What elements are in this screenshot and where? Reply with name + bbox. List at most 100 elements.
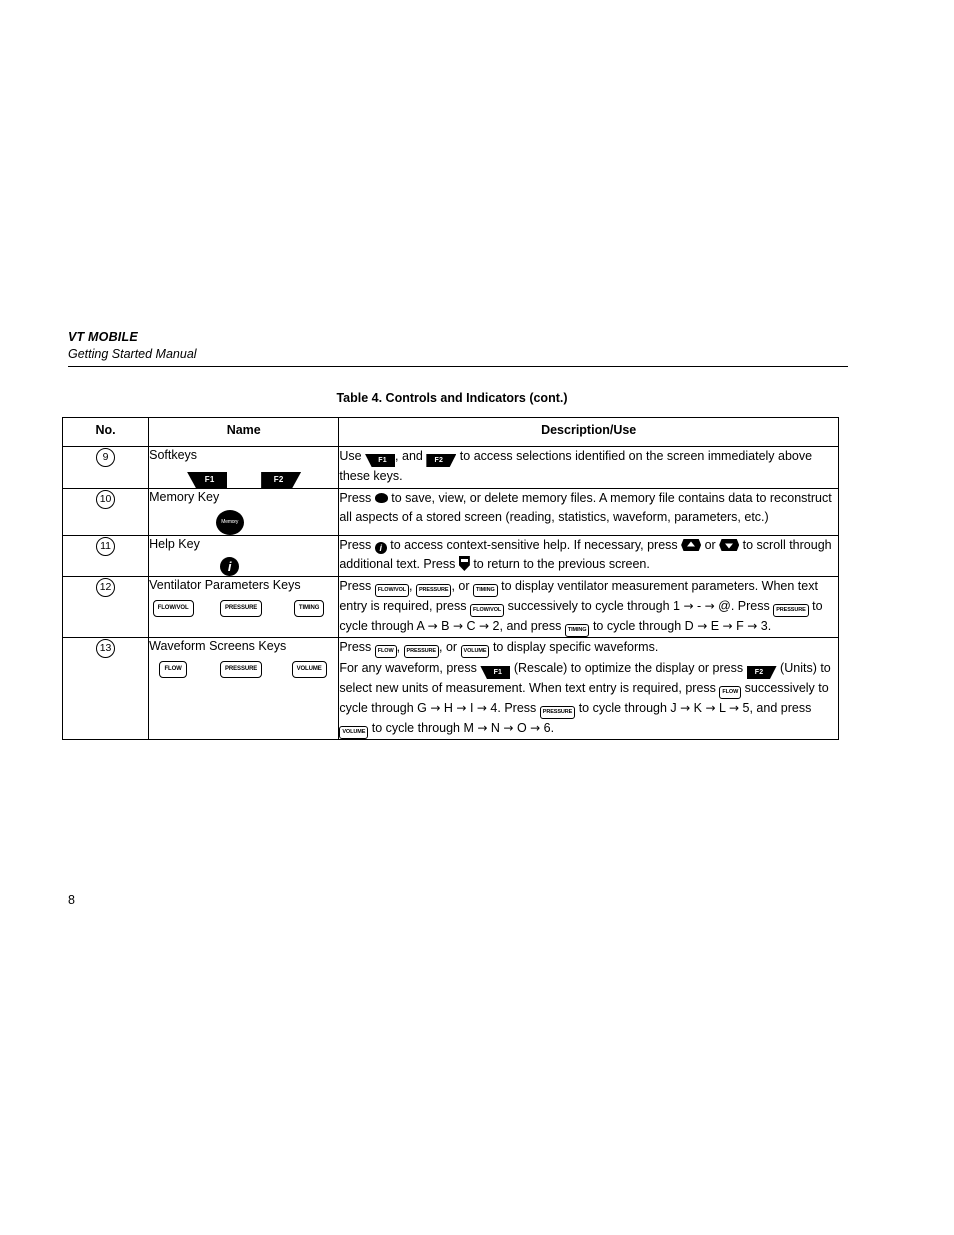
desc-text: or xyxy=(701,538,720,552)
desc-text: 3. xyxy=(757,619,772,633)
arrow-glyph: → xyxy=(704,599,715,613)
desc-text: Press xyxy=(339,538,375,552)
arrow-glyph: → xyxy=(476,701,487,715)
memory-key-icon: Memory xyxy=(215,510,244,535)
desc-text: (Rescale) to optimize the display or pre… xyxy=(510,661,747,675)
desc-text: to display specific waveforms. xyxy=(489,640,659,654)
table-row: 11 Help Key i Press i to access context-… xyxy=(61,535,839,577)
row-name-cell: Waveform Screens Keys FLOW PRESSURE VOLU… xyxy=(148,637,340,740)
arrow-glyph: → xyxy=(722,619,733,633)
f1-softkey-icon: F1 xyxy=(365,454,396,467)
table-caption: Table 4. Controls and Indicators (cont.) xyxy=(336,391,568,405)
desc-text: to cycle through D xyxy=(589,619,698,633)
flowvol-key-icon: FLOW/VOL xyxy=(469,604,505,617)
flow-key-icon: FLOW xyxy=(374,645,397,658)
help-key-icon: i xyxy=(374,542,387,554)
memory-key-icon xyxy=(374,493,388,503)
description-paragraph: Press FLOW, PRESSURE, or VOLUME to displ… xyxy=(339,638,838,658)
memory-key-illustration-row: Memory xyxy=(149,510,338,535)
desc-text: K xyxy=(690,701,706,715)
arrow-glyph: → xyxy=(705,701,716,715)
arrow-glyph: → xyxy=(452,619,464,633)
circled-number: 10 xyxy=(96,490,116,509)
volume-key-icon: VOLUME xyxy=(339,726,369,739)
row-name-cell: Memory Key Memory xyxy=(148,488,340,536)
pressure-key-icon: PRESSURE xyxy=(415,584,452,597)
arrow-glyph: → xyxy=(530,721,541,735)
pressure-key-icon: PRESSURE xyxy=(773,604,809,617)
desc-text: Press xyxy=(339,640,375,654)
desc-text: to cycle through J xyxy=(575,701,681,715)
desc-text: , or xyxy=(451,579,473,593)
circled-number: 13 xyxy=(96,639,116,658)
desc-text: , xyxy=(396,640,404,654)
desc-text: , or xyxy=(439,640,461,654)
row-description-cell: Press FLOW/VOL, PRESSURE, or TIMING to d… xyxy=(338,576,839,638)
desc-text: For any waveform, press xyxy=(339,661,481,675)
row-number-cell: 10 xyxy=(61,488,150,536)
row-name-label: Memory Key xyxy=(149,490,220,504)
table-row: 13 Waveform Screens Keys FLOW PRESSURE V… xyxy=(61,637,839,740)
down-arrow-key-icon xyxy=(719,539,740,551)
row-description-cell: Press i to access context-sensitive help… xyxy=(338,535,839,577)
desc-text: E xyxy=(707,619,723,633)
row-name-cell: Softkeys F1 F2 xyxy=(148,446,340,489)
description-paragraph: For any waveform, press F1 (Rescale) to … xyxy=(339,659,838,739)
desc-text: Use xyxy=(339,449,366,463)
desc-text: Press xyxy=(339,579,375,593)
timing-key-icon: TIMING xyxy=(472,584,498,597)
volume-key-icon: VOLUME xyxy=(460,645,490,658)
desc-text: successively to cycle through 1 xyxy=(504,599,684,613)
f2-softkey-icon: F2 xyxy=(426,454,457,467)
desc-text: , and xyxy=(395,449,427,463)
row-description-cell: Press FLOW, PRESSURE , or VOLUME to displ… xyxy=(338,637,839,740)
key-slot: PRESSURE xyxy=(219,661,263,679)
key-slot: PRESSURE xyxy=(219,600,263,618)
description-paragraph: Press to save, view, or delete memory fi… xyxy=(339,489,838,527)
f1-softkey-icon: F1 xyxy=(480,666,511,679)
arrow-glyph: → xyxy=(456,701,467,715)
arrow-glyph: → xyxy=(697,619,708,633)
row-number-cell: 13 xyxy=(61,637,150,740)
arrow-glyph: → xyxy=(729,701,740,715)
row-name-label: Softkeys xyxy=(149,448,198,462)
pressure-key-icon: PRESSURE xyxy=(220,661,263,679)
desc-text: to return to the previous screen. xyxy=(469,557,650,571)
row-name-cell: Ventilator Parameters Keys FLOW/VOL PRES… xyxy=(148,576,340,638)
arrow-glyph: → xyxy=(477,721,488,735)
column-header-description: Description/Use xyxy=(338,417,839,447)
desc-text: to access context-sensitive help. If nec… xyxy=(386,538,682,552)
key-slot: FLOW xyxy=(151,661,195,679)
f1-softkey-icon: F1 xyxy=(187,472,228,488)
column-header-no: No. xyxy=(61,417,150,447)
desc-text: to save, view, or delete memory files. A… xyxy=(339,491,832,524)
pressure-key-icon: PRESSURE xyxy=(220,600,263,618)
flowvol-key-icon: FLOW/VOL xyxy=(374,584,410,597)
desc-text: @. Press xyxy=(714,599,774,613)
page-header: VT MOBILE Getting Started Manual xyxy=(68,330,848,367)
up-arrow-key-icon xyxy=(681,539,702,551)
manual-subtitle: Getting Started Manual xyxy=(68,347,197,361)
f2-softkey-icon: F2 xyxy=(746,666,777,679)
arrow-glyph: → xyxy=(427,619,438,633)
desc-text: H xyxy=(440,701,457,715)
desc-text: L xyxy=(715,701,729,715)
flow-key-icon: FLOW xyxy=(719,686,742,699)
desc-text: 2, and press xyxy=(489,619,565,633)
timing-key-icon: TIMING xyxy=(293,600,325,618)
table-header-row: No. Name Description/Use xyxy=(61,417,839,447)
row-name-label: Ventilator Parameters Keys xyxy=(149,578,301,592)
desc-text: I xyxy=(466,701,477,715)
header-rule xyxy=(68,366,848,367)
product-title: VT MOBILE xyxy=(68,330,138,344)
pressure-key-icon: PRESSURE xyxy=(539,706,576,719)
circled-number: 11 xyxy=(96,537,116,556)
row-name-cell: Help Key i xyxy=(148,535,340,577)
arrow-glyph: → xyxy=(683,599,694,613)
softkey-illustration-row: F1 F2 xyxy=(149,472,338,488)
row-name-label: Waveform Screens Keys xyxy=(149,639,287,653)
volume-key-icon: VOLUME xyxy=(291,661,327,679)
arrow-glyph: → xyxy=(747,619,758,633)
description-paragraph: Press i to access context-sensitive help… xyxy=(339,536,838,574)
desc-text: O xyxy=(513,721,531,735)
